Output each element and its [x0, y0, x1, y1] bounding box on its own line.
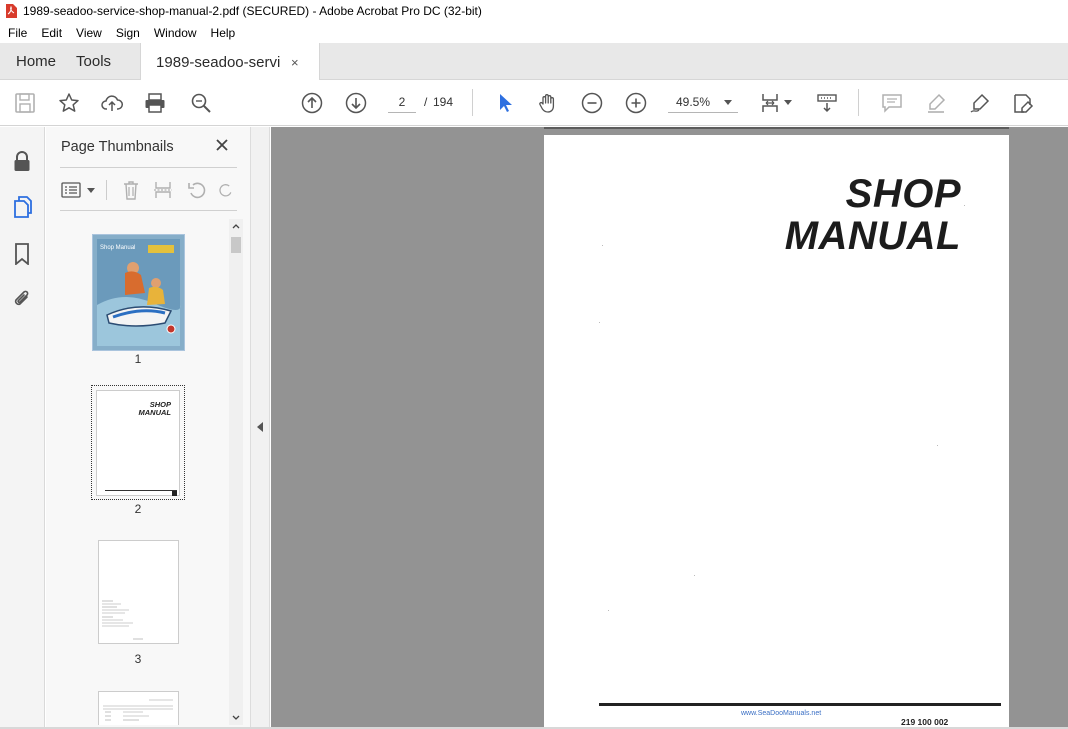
divider [60, 210, 237, 211]
comment-icon[interactable] [880, 91, 904, 115]
bookmark-star-icon[interactable] [57, 91, 81, 115]
divider [106, 180, 107, 200]
upload-cloud-icon[interactable] [100, 91, 124, 115]
fill-sign-icon[interactable] [1011, 91, 1035, 115]
page-number-input[interactable]: 2 [388, 91, 416, 113]
menu-edit[interactable]: Edit [35, 26, 68, 40]
page-thumbnails-panel: Page Thumbnails Shop Manual 1 SHOP MANUA… [46, 127, 250, 729]
page-fit-dropdown-icon[interactable] [784, 100, 792, 105]
thumbnail-label-3: 3 [134, 652, 142, 666]
document-view[interactable]: SHOP MANUAL www.SeaDooManuals.net 219 10… [271, 127, 1068, 729]
menu-sign[interactable]: Sign [110, 26, 146, 40]
thumbnail-4-table-lines [103, 699, 173, 721]
zoom-out-icon[interactable] [580, 91, 604, 115]
chevron-down-icon [724, 100, 732, 105]
thumbnail-2-title: SHOP MANUAL [139, 401, 172, 417]
page-footer-rule [599, 703, 1001, 706]
divider [60, 167, 237, 168]
select-cursor-icon[interactable] [493, 91, 517, 115]
thumbnail-2-footer-rule [105, 490, 177, 491]
page-thumbnails-icon[interactable] [10, 195, 34, 219]
thumbnail-label-2: 2 [134, 502, 142, 516]
scroll-down-icon[interactable] [232, 715, 240, 721]
chevron-down-icon[interactable] [87, 188, 95, 193]
pdf-page[interactable]: SHOP MANUAL www.SeaDooManuals.net 219 10… [544, 135, 1009, 729]
previous-page-edge [544, 127, 1009, 129]
toolbar [0, 80, 1068, 126]
hand-tool-icon[interactable] [536, 91, 560, 115]
thumbnail-page-2[interactable]: SHOP MANUAL [96, 390, 180, 496]
scan-speck [964, 205, 965, 206]
draw-sign-icon[interactable] [968, 91, 992, 115]
save-icon[interactable] [13, 91, 37, 115]
lock-security-icon[interactable] [10, 149, 34, 173]
scan-speck [694, 575, 695, 576]
page-heading-line1: SHOP [845, 172, 961, 216]
page-footer-code: 219 100 002 [901, 717, 949, 727]
scrollbar-thumb[interactable] [231, 237, 241, 253]
thumbnail-label-1: 1 [134, 352, 142, 366]
zoom-select[interactable]: 49.5% [668, 91, 738, 113]
page-heading-line2: MANUAL [784, 214, 961, 258]
window-title: 1989-seadoo-service-shop-manual-2.pdf (S… [23, 4, 482, 18]
page-separator: / [424, 95, 428, 109]
toolbar-divider [858, 89, 859, 116]
tab-bar: Home Tools 1989-seadoo-servi... × [0, 43, 1068, 81]
thumbnail-options-icon[interactable] [60, 179, 82, 201]
tab-document[interactable]: 1989-seadoo-servi... × [140, 43, 321, 81]
attachments-paperclip-icon[interactable] [10, 287, 34, 311]
thumbnail-page-1[interactable]: Shop Manual [92, 234, 185, 351]
cover-image: Shop Manual [93, 235, 184, 350]
thumbnail-page-4[interactable] [98, 691, 179, 725]
page-footer-url[interactable]: www.SeaDooManuals.net [741, 710, 821, 717]
scan-speck [599, 322, 600, 323]
tab-document-label: 1989-seadoo-servi... [156, 53, 282, 71]
tab-tools[interactable]: Tools [72, 43, 127, 79]
print-icon[interactable] [143, 91, 167, 115]
extract-pages-icon[interactable] [152, 179, 174, 201]
thumbnails-scrollbar[interactable] [229, 219, 243, 725]
rotate-counterclockwise-icon[interactable] [186, 179, 208, 201]
scan-speck [602, 245, 603, 246]
scan-speck [937, 445, 938, 446]
cover-text: Shop Manual [100, 245, 135, 251]
menu-help[interactable]: Help [205, 26, 242, 40]
thumbnail-2-footer-mark [172, 491, 177, 496]
menu-file[interactable]: File [2, 26, 33, 40]
bookmarks-icon[interactable] [10, 242, 34, 266]
delete-trash-icon[interactable] [120, 179, 142, 201]
thumbnail-page-3[interactable] [98, 540, 179, 644]
panel-collapse-handle[interactable] [250, 127, 270, 729]
acrobat-pdf-icon [6, 4, 17, 18]
thumbnail-toolbar [60, 175, 237, 205]
toolbar-divider [472, 89, 473, 116]
tab-home[interactable]: Home [0, 43, 72, 79]
menu-view[interactable]: View [70, 26, 108, 40]
menu-bar: File Edit View Sign Window Help [0, 22, 1068, 43]
page-total: 194 [433, 95, 454, 109]
zoom-in-icon[interactable] [624, 91, 648, 115]
next-page-icon[interactable] [344, 91, 368, 115]
collapse-arrow-icon[interactable] [257, 422, 263, 432]
thumbnail-3-text-lines [102, 600, 143, 640]
title-bar: 1989-seadoo-service-shop-manual-2.pdf (S… [0, 0, 1068, 22]
page-fit-icon[interactable] [758, 91, 782, 115]
page-heading: SHOP MANUAL [785, 173, 961, 257]
rotate-clockwise-icon[interactable] [218, 179, 234, 201]
scroll-mode-icon[interactable] [815, 91, 839, 115]
zoom-value: 49.5% [676, 95, 711, 109]
scroll-up-icon[interactable] [232, 223, 240, 229]
search-zoom-icon[interactable] [189, 91, 213, 115]
thumbnail-2-line2: MANUAL [138, 408, 172, 417]
panel-title: Page Thumbnails [61, 139, 174, 155]
left-navigation-rail [0, 127, 45, 729]
menu-window[interactable]: Window [148, 26, 203, 40]
tab-close-icon[interactable]: × [291, 55, 299, 70]
highlight-pen-icon[interactable] [924, 91, 948, 115]
previous-page-icon[interactable] [300, 91, 324, 115]
close-icon[interactable] [214, 137, 230, 153]
scan-speck [608, 610, 609, 611]
